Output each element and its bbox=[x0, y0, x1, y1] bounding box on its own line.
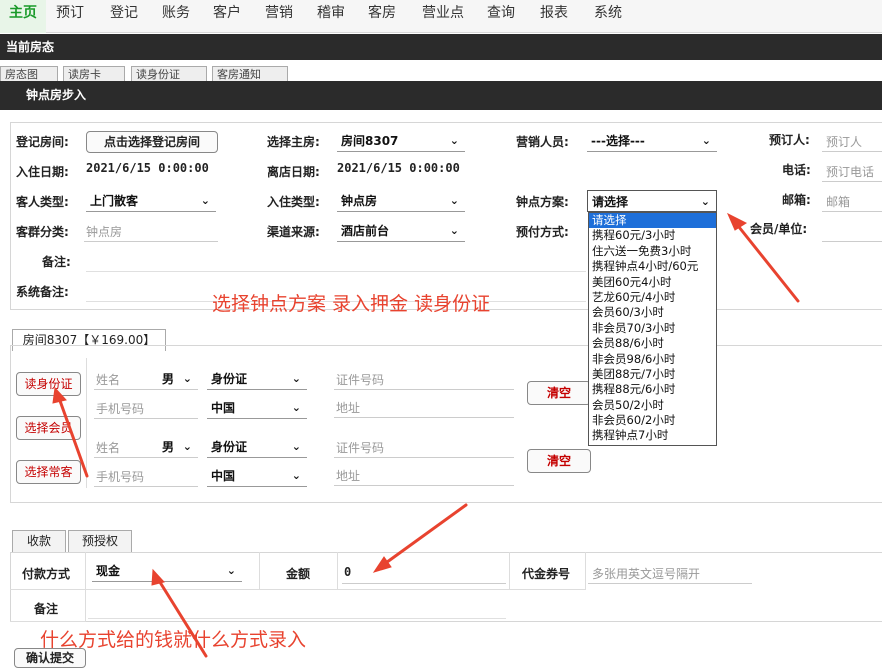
arrow-to-method-line bbox=[156, 577, 208, 658]
arrow-head-icon bbox=[52, 386, 67, 404]
arrow-to-read-id-line bbox=[57, 396, 89, 478]
arrow-head-icon bbox=[151, 568, 165, 586]
arrow-to-plan-line bbox=[733, 220, 800, 303]
arrow-head-icon bbox=[726, 212, 748, 231]
annotation-arrows bbox=[52, 212, 800, 658]
arrow-to-amount-line bbox=[381, 503, 468, 567]
